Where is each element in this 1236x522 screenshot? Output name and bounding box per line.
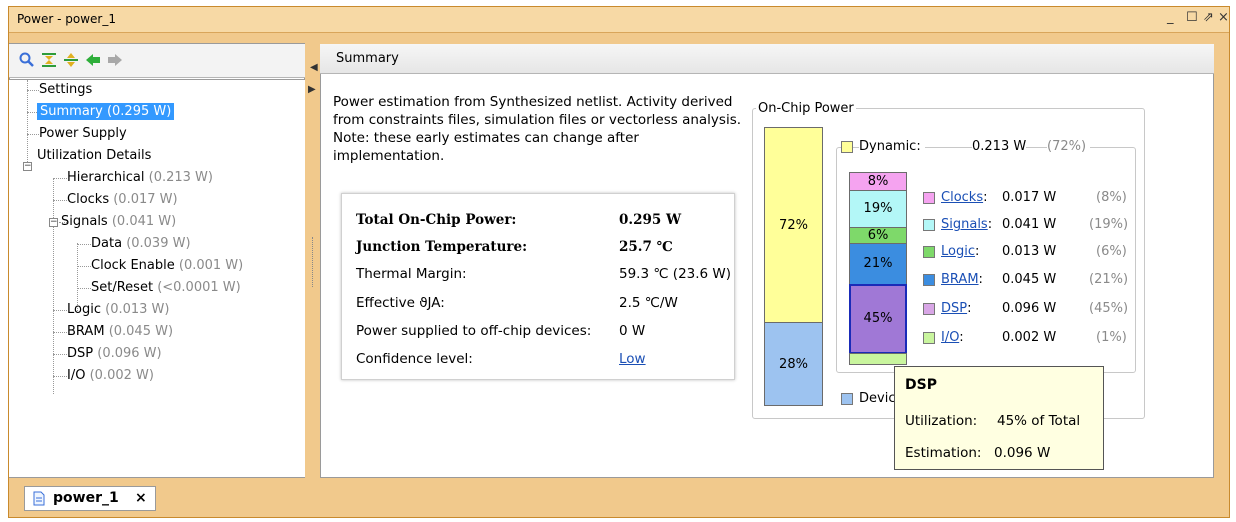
logic-legend: Logic: bbox=[941, 244, 980, 259]
signals-pct: (19%) bbox=[1089, 217, 1129, 232]
tree-item-clock-enable[interactable]: Clock Enable (0.001 W) bbox=[91, 256, 243, 276]
minimize-button[interactable]: _ bbox=[1167, 10, 1174, 25]
signals-legend: Signals: bbox=[941, 217, 993, 232]
tree-item-utilization-details[interactable]: Utilization Details bbox=[37, 146, 151, 166]
dsp-link[interactable]: DSP bbox=[941, 301, 967, 316]
tooltip-utilization-value: 45% of Total bbox=[997, 413, 1081, 429]
on-chip-power-legend: On-Chip Power bbox=[756, 101, 856, 116]
search-icon[interactable] bbox=[18, 52, 36, 70]
tree-item-bram[interactable]: BRAM (0.045 W) bbox=[67, 322, 173, 342]
clocks-legend: Clocks: bbox=[941, 190, 988, 205]
dynamic-power-bar[interactable]: 72% bbox=[764, 127, 823, 323]
tree-connector bbox=[27, 80, 28, 168]
bram-link[interactable]: BRAM bbox=[941, 272, 979, 287]
expand-all-icon[interactable] bbox=[62, 52, 80, 70]
stat-confidence-level: Confidence level: Low bbox=[356, 351, 646, 367]
dsp-legend: DSP: bbox=[941, 301, 972, 316]
forward-arrow-icon[interactable] bbox=[106, 52, 124, 70]
tab-label: power_1 bbox=[53, 490, 119, 506]
signals-link[interactable]: Signals bbox=[941, 217, 988, 232]
dynamic-swatch bbox=[841, 141, 853, 153]
static-power-bar[interactable]: 28% bbox=[764, 322, 823, 406]
collapse-toggle-icon[interactable]: − bbox=[49, 218, 58, 227]
window-title: Power - power_1 bbox=[17, 12, 116, 26]
tree-item-hierarchical[interactable]: Hierarchical (0.213 W) bbox=[67, 168, 213, 188]
collapse-all-icon[interactable] bbox=[40, 52, 58, 70]
tree-item-signals[interactable]: Signals (0.041 W) bbox=[61, 212, 176, 232]
bram-bar[interactable]: 21% bbox=[849, 243, 907, 285]
dsp-swatch bbox=[923, 303, 935, 315]
signals-value: 0.041 W bbox=[1002, 217, 1057, 232]
tooltip-estimation-label: Estimation: bbox=[905, 445, 982, 461]
tree-toolbar bbox=[9, 44, 305, 78]
power-tree: − − Settings Summary (0.295 W) Power Sup… bbox=[9, 79, 305, 477]
bram-legend: BRAM: bbox=[941, 272, 983, 287]
clocks-value: 0.017 W bbox=[1002, 190, 1057, 205]
bram-value: 0.045 W bbox=[1002, 272, 1057, 287]
splitter-grip[interactable] bbox=[312, 237, 315, 287]
dsp-bar[interactable]: 45% bbox=[849, 284, 907, 354]
device-static-label: Devic bbox=[859, 391, 896, 406]
float-button[interactable]: ⇗ bbox=[1203, 10, 1214, 25]
tree-item-data[interactable]: Data (0.039 W) bbox=[91, 234, 191, 254]
signals-bar[interactable]: 19% bbox=[849, 190, 907, 228]
tree-item-power-supply[interactable]: Power Supply bbox=[39, 124, 127, 144]
io-value: 0.002 W bbox=[1002, 330, 1057, 345]
maximize-button[interactable]: ☐ bbox=[1186, 10, 1198, 25]
summary-description: Power estimation from Synthesized netlis… bbox=[333, 94, 742, 164]
clocks-link[interactable]: Clocks bbox=[941, 190, 983, 205]
dsp-value: 0.096 W bbox=[1002, 301, 1057, 316]
tree-connector bbox=[53, 178, 54, 394]
dsp-tooltip: DSP Utilization: 45% of Total Estimation… bbox=[894, 366, 1104, 470]
tooltip-utilization-label: Utilization: bbox=[905, 413, 978, 429]
tree-item-summary[interactable]: Summary (0.295 W) bbox=[37, 102, 175, 122]
dynamic-pct: (72%) bbox=[1047, 139, 1091, 154]
tree-item-io[interactable]: I/O (0.002 W) bbox=[67, 366, 154, 386]
tab-close-icon[interactable]: × bbox=[135, 490, 147, 506]
io-link[interactable]: I/O bbox=[941, 330, 959, 345]
clocks-pct: (8%) bbox=[1096, 190, 1127, 205]
title-bar: Power - power_1 _ ☐ ⇗ × bbox=[9, 7, 1229, 33]
tab-power-1[interactable]: power_1 × bbox=[24, 486, 156, 511]
logic-link[interactable]: Logic bbox=[941, 244, 975, 259]
tooltip-estimation-value: 0.096 W bbox=[994, 445, 1051, 461]
device-static-swatch bbox=[841, 393, 853, 405]
dsp-pct: (45%) bbox=[1089, 301, 1129, 316]
confidence-level-link[interactable]: Low bbox=[619, 351, 646, 367]
tree-item-settings[interactable]: Settings bbox=[39, 80, 92, 100]
stat-off-chip-power: Power supplied to off-chip devices: 0 W bbox=[356, 323, 646, 339]
signals-swatch bbox=[923, 219, 935, 231]
close-button[interactable]: × bbox=[1218, 10, 1229, 25]
io-pct: (1%) bbox=[1096, 330, 1127, 345]
dynamic-label: Dynamic: bbox=[859, 139, 925, 154]
dynamic-value: 0.213 W bbox=[972, 139, 1027, 154]
logic-swatch bbox=[923, 246, 935, 258]
expand-right-arrow-icon[interactable]: ▶ bbox=[308, 84, 316, 95]
bram-swatch bbox=[923, 274, 935, 286]
tree-item-clocks[interactable]: Clocks (0.017 W) bbox=[67, 190, 178, 210]
stat-total-power: Total On-Chip Power: 0.295 W bbox=[356, 212, 682, 228]
tooltip-title: DSP bbox=[905, 377, 937, 393]
bram-pct: (21%) bbox=[1089, 272, 1129, 287]
logic-value: 0.013 W bbox=[1002, 244, 1057, 259]
io-swatch bbox=[923, 332, 935, 344]
stat-junction-temp: Junction Temperature: 25.7 ℃ bbox=[356, 239, 673, 255]
document-icon bbox=[33, 491, 45, 510]
io-legend: I/O: bbox=[941, 330, 964, 345]
collapse-toggle-icon[interactable]: − bbox=[23, 162, 32, 171]
logic-bar[interactable]: 6% bbox=[849, 227, 907, 244]
logic-pct: (6%) bbox=[1096, 244, 1127, 259]
stat-thermal-margin: Thermal Margin: 59.3 ℃ (23.6 W) bbox=[356, 266, 732, 282]
tree-item-logic[interactable]: Logic (0.013 W) bbox=[67, 300, 169, 320]
power-stats-box: Total On-Chip Power: 0.295 W Junction Te… bbox=[341, 193, 735, 380]
back-arrow-icon[interactable] bbox=[84, 52, 102, 70]
tree-item-set-reset[interactable]: Set/Reset (<0.0001 W) bbox=[91, 278, 241, 298]
tree-item-dsp[interactable]: DSP (0.096 W) bbox=[67, 344, 162, 364]
clocks-swatch bbox=[923, 192, 935, 204]
summary-header: Summary bbox=[320, 44, 1214, 74]
stat-effective-theta-ja: Effective ϑJA: 2.5 ℃/W bbox=[356, 295, 678, 311]
clocks-bar[interactable]: 8% bbox=[849, 172, 907, 191]
io-bar[interactable] bbox=[849, 353, 907, 365]
collapse-left-arrow-icon[interactable]: ◀ bbox=[310, 62, 318, 73]
